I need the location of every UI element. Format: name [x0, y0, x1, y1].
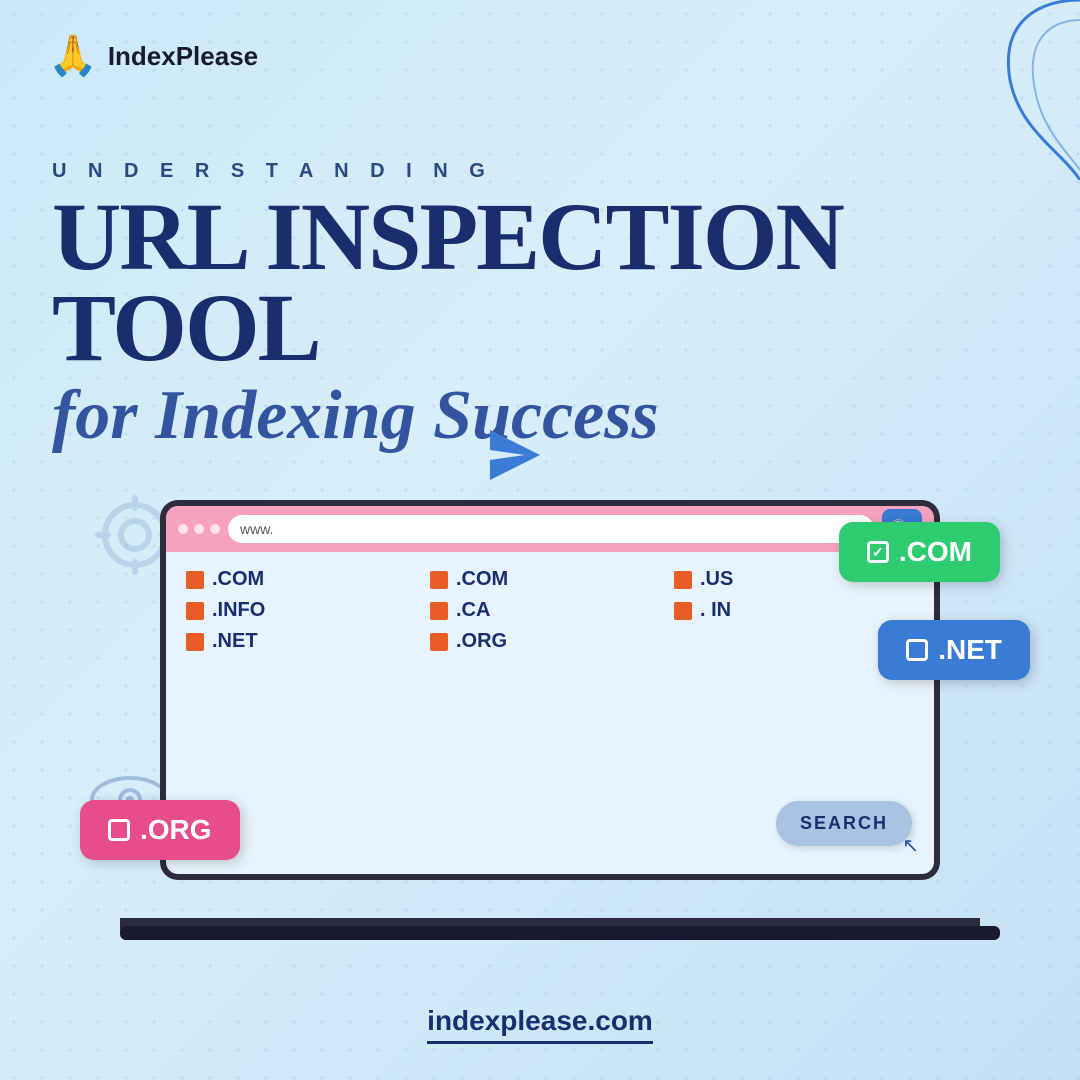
search-button-laptop[interactable]: SEARCH: [776, 801, 912, 846]
decorative-curve: [880, 0, 1080, 180]
domain-label: .CA: [456, 599, 490, 622]
laptop-foot: [120, 926, 1000, 940]
browser-dot-2: [194, 524, 204, 534]
domain-label: . IN: [700, 599, 731, 622]
domain-item-info: .INFO: [186, 599, 426, 622]
domain-label: .NET: [212, 630, 258, 653]
logo: 🙏 IndexPlease: [48, 36, 258, 76]
domain-square-icon: [430, 571, 448, 589]
badge-org-label: .ORG: [140, 814, 212, 846]
badge-com-label: .COM: [899, 536, 972, 568]
subtitle-label: U N D E R S T A N D I N G: [52, 160, 1028, 183]
domain-item-ca: .CA: [430, 599, 670, 622]
domain-square-icon: [186, 602, 204, 620]
logo-icon: 🙏: [48, 36, 98, 76]
browser-bar: www. 🔍: [166, 506, 934, 552]
domain-label: .COM: [456, 568, 508, 591]
domain-item-com1: .COM: [186, 568, 426, 591]
badge-net-label: .NET: [938, 634, 1002, 666]
laptop-base: [120, 918, 980, 940]
url-bar[interactable]: www.: [228, 515, 874, 543]
main-content: U N D E R S T A N D I N G URL INSPECTION…: [52, 160, 1028, 484]
checkbox-checked-icon: [867, 541, 889, 563]
domain-label: .INFO: [212, 599, 265, 622]
badge-org: .ORG: [80, 800, 240, 860]
domain-list: .COM .COM .US .INFO: [166, 552, 934, 663]
search-button-label: SEARCH: [800, 813, 888, 833]
domain-square-icon: [430, 633, 448, 651]
domain-square-icon: [674, 571, 692, 589]
domain-square-icon: [186, 633, 204, 651]
badge-net: .NET: [878, 620, 1030, 680]
domain-item-net: .NET: [186, 630, 426, 653]
checkbox-unchecked-icon: [108, 819, 130, 841]
italic-subtitle: for Indexing Success: [52, 377, 1028, 454]
domain-square-icon: [430, 602, 448, 620]
url-text: www.: [240, 521, 273, 537]
browser-dot-1: [178, 524, 188, 534]
domain-label: .ORG: [456, 630, 507, 653]
domain-item-com2: .COM: [430, 568, 670, 591]
badge-com: .COM: [839, 522, 1000, 582]
footer-url: indexplease.com: [427, 1005, 653, 1044]
page: 🙏 IndexPlease U N D E R S T A N D I N G …: [0, 0, 1080, 1080]
cursor-icon: ↖: [902, 833, 919, 858]
laptop-screen-content: www. 🔍 .COM .COM .US: [166, 506, 934, 874]
domain-square-icon: [186, 571, 204, 589]
logo-text: IndexPlease: [108, 41, 258, 72]
checkbox-unchecked-icon: [906, 639, 928, 661]
domain-item-org: .ORG: [430, 630, 670, 653]
browser-dots: [178, 524, 220, 534]
main-title: URL INSPECTION TOOL: [52, 191, 1028, 373]
browser-dot-3: [210, 524, 220, 534]
domain-square-icon: [674, 602, 692, 620]
footer: indexplease.com: [0, 1005, 1080, 1044]
laptop-illustration: www. 🔍 .COM .COM .US: [100, 480, 1020, 960]
domain-label: .COM: [212, 568, 264, 591]
paper-plane-icon: [490, 430, 540, 480]
laptop-screen: www. 🔍 .COM .COM .US: [160, 500, 940, 880]
domain-label: .US: [700, 568, 733, 591]
domain-item-in: . IN: [674, 599, 914, 622]
